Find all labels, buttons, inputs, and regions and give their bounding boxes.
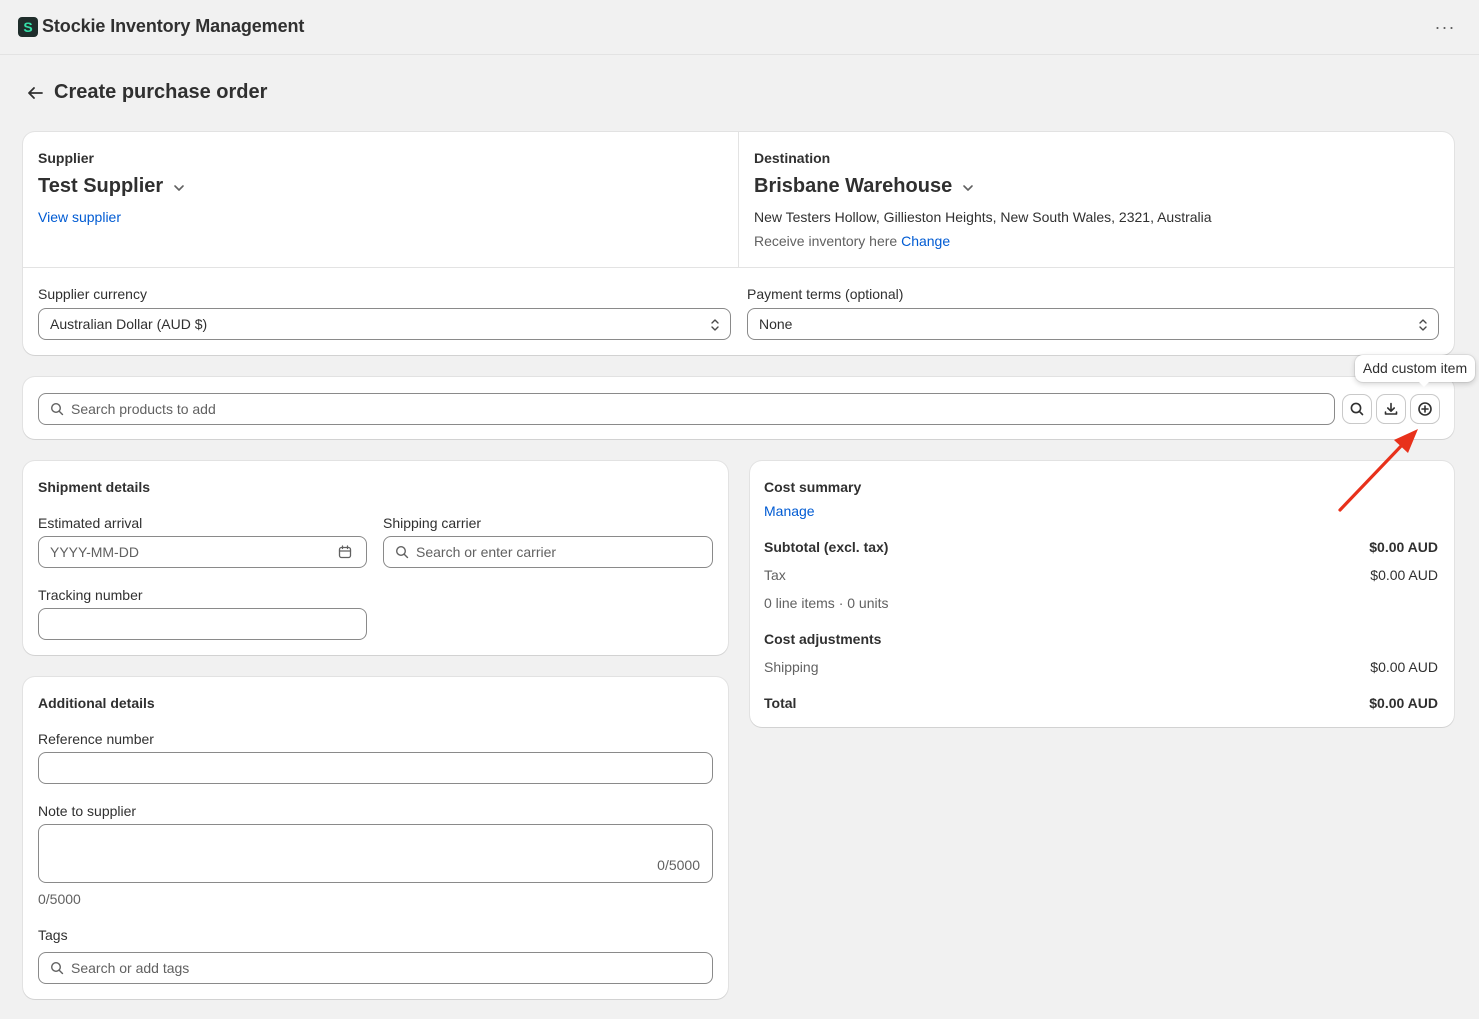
annotation-arrow-icon — [1338, 429, 1418, 512]
subtotal-row: Subtotal (excl. tax) $0.00 AUD — [764, 539, 1438, 555]
receive-text: Receive inventory here — [754, 233, 898, 249]
tax-label: Tax — [764, 567, 786, 583]
tags-label: Tags — [38, 927, 68, 943]
tracking-number-input[interactable] — [38, 608, 367, 640]
note-to-supplier-textarea[interactable]: 0/5000 — [38, 824, 713, 883]
search-icon — [1350, 402, 1364, 416]
product-search-input[interactable]: Search products to add — [38, 393, 1335, 425]
receive-row: Receive inventory here Change — [754, 233, 950, 249]
shipment-title: Shipment details — [38, 479, 151, 495]
import-button[interactable] — [1377, 395, 1405, 423]
supplier-name: Test Supplier — [38, 175, 164, 197]
search-icon — [395, 545, 409, 559]
chevron-down-icon — [174, 185, 185, 191]
add-custom-item-button[interactable] — [1411, 395, 1439, 423]
destination-selector[interactable]: Brisbane Warehouse — [754, 175, 975, 198]
currency-label: Supplier currency — [38, 286, 147, 302]
line-items-count: 0 line items · 0 units — [764, 595, 889, 611]
note-counter-inner: 0/5000 — [657, 857, 700, 873]
browse-products-button[interactable] — [1343, 395, 1371, 423]
top-bar: S Stockie Inventory Management ··· — [0, 0, 1479, 55]
tags-input[interactable]: Search or add tags — [38, 952, 713, 984]
chevron-down-icon — [963, 185, 974, 191]
shipment-details-card: Shipment details Estimated arrival YYYY-… — [23, 461, 728, 655]
destination-name: Brisbane Warehouse — [754, 175, 953, 197]
search-icon — [50, 402, 64, 416]
payment-terms-value: None — [759, 316, 793, 332]
total-row: Total $0.00 AUD — [764, 695, 1438, 711]
divider — [23, 267, 1454, 268]
carrier-input[interactable]: Search or enter carrier — [383, 536, 713, 568]
supplier-selector[interactable]: Test Supplier — [38, 175, 186, 198]
calendar-icon[interactable] — [338, 545, 352, 559]
destination-address: New Testers Hollow, Gillieston Heights, … — [754, 209, 1212, 225]
cost-adjustments-title: Cost adjustments — [764, 631, 882, 647]
tags-placeholder: Search or add tags — [71, 960, 190, 976]
arrival-label: Estimated arrival — [38, 515, 143, 531]
carrier-placeholder: Search or enter carrier — [416, 544, 557, 560]
shipping-label: Shipping — [764, 659, 819, 675]
currency-value: Australian Dollar (AUD $) — [50, 316, 208, 332]
manage-link[interactable]: Manage — [764, 503, 815, 519]
change-destination-link[interactable]: Change — [901, 233, 950, 249]
more-actions-icon[interactable]: ··· — [1432, 18, 1458, 38]
add-custom-item-tooltip: Add custom item — [1355, 355, 1475, 382]
plus-circle-icon — [1418, 402, 1432, 416]
shipping-row: Shipping $0.00 AUD — [764, 659, 1438, 675]
total-value: $0.00 AUD — [1369, 695, 1438, 711]
supplier-label: Supplier — [38, 150, 95, 166]
cost-summary-title: Cost summary — [764, 479, 862, 495]
subtotal-value: $0.00 AUD — [1369, 539, 1438, 555]
currency-select[interactable]: Australian Dollar (AUD $) — [38, 308, 731, 340]
shipping-value: $0.00 AUD — [1370, 659, 1438, 675]
search-icon — [50, 961, 64, 975]
tax-row: Tax $0.00 AUD — [764, 567, 1438, 583]
total-label: Total — [764, 695, 797, 711]
app-title: Stockie Inventory Management — [42, 16, 305, 36]
reference-label: Reference number — [38, 731, 154, 747]
supplier-destination-card: Supplier Test Supplier View supplier Des… — [23, 132, 1454, 355]
payment-terms-label: Payment terms (optional) — [747, 286, 904, 302]
select-arrows-icon — [1419, 319, 1427, 331]
back-arrow-icon[interactable] — [24, 82, 46, 104]
additional-details-card: Additional details Reference number Note… — [23, 677, 728, 999]
view-supplier-link[interactable]: View supplier — [38, 209, 121, 225]
select-arrows-icon — [711, 319, 719, 331]
carrier-label: Shipping carrier — [383, 515, 482, 531]
note-label: Note to supplier — [38, 803, 137, 819]
destination-label: Destination — [754, 150, 831, 166]
product-search-card: Search products to add — [23, 377, 1454, 439]
tax-value: $0.00 AUD — [1370, 567, 1438, 583]
download-icon — [1384, 402, 1398, 415]
page-title: Create purchase order — [54, 81, 268, 103]
payment-terms-select[interactable]: None — [747, 308, 1439, 340]
tracking-label: Tracking number — [38, 587, 143, 603]
reference-number-input[interactable] — [38, 752, 713, 784]
product-search-placeholder: Search products to add — [71, 401, 216, 417]
arrival-date-input[interactable]: YYYY-MM-DD — [38, 536, 367, 568]
tooltip-tail — [1418, 381, 1430, 387]
note-counter: 0/5000 — [38, 891, 81, 907]
divider — [738, 132, 739, 267]
additional-title: Additional details — [38, 695, 155, 711]
app-logo-icon: S — [18, 17, 38, 37]
subtotal-label: Subtotal (excl. tax) — [764, 539, 889, 555]
arrival-placeholder: YYYY-MM-DD — [50, 544, 139, 560]
